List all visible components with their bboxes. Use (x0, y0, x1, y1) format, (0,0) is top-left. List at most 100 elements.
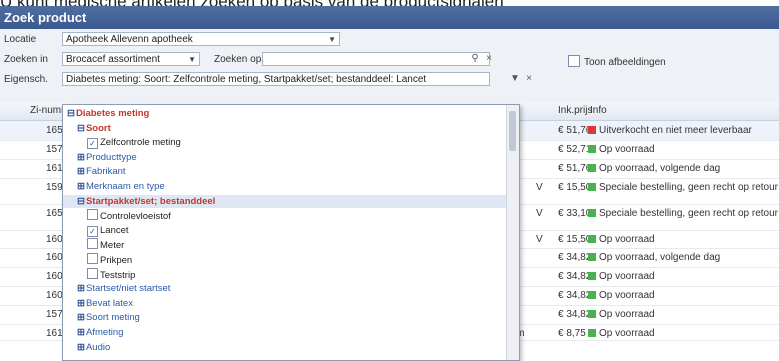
tree-option[interactable]: Prikpen (63, 253, 519, 266)
location-label: Locatie (4, 34, 37, 45)
collapse-icon[interactable]: ⊟ (77, 196, 85, 207)
stock-status-icon (588, 329, 596, 337)
cell-info: Op voorraad (588, 143, 779, 156)
option-checkbox[interactable] (87, 209, 98, 221)
cell-mark: V (536, 234, 543, 245)
cell-mark: V (536, 182, 543, 193)
expand-icon[interactable]: ⊞ (77, 283, 85, 294)
tree-group[interactable]: ⊞Merknaam en type (63, 180, 517, 193)
column-header-info[interactable]: Info (590, 105, 607, 116)
cell-info-text: Op voorraad, volgende dag (599, 163, 721, 174)
chevron-down-icon: ▼ (328, 35, 336, 44)
tree-item-label: Zelfcontrole meting (100, 137, 181, 149)
cell-info: Op voorraad (588, 289, 779, 302)
tree-item-label: Prikpen (100, 255, 133, 266)
tree-group[interactable]: ⊟Soort (63, 122, 517, 135)
tree-item-label: Soort (85, 122, 111, 134)
show-images-checkbox[interactable] (568, 55, 580, 67)
chevron-down-icon[interactable]: ▼ (508, 72, 522, 86)
tree-item-label: Fabrikant (85, 166, 126, 178)
expand-icon[interactable]: ⊞ (77, 152, 85, 163)
tree-option[interactable]: ✓ Zelfcontrole meting (63, 136, 519, 150)
properties-label: Eigensch. (4, 74, 48, 85)
expand-icon[interactable]: ⊞ (77, 342, 85, 353)
tree-group[interactable]: ⊟Startpakket/set; bestanddeel (63, 194, 517, 208)
cell-info: Op voorraad (588, 233, 779, 246)
search-icon[interactable]: ⚲ (468, 52, 482, 66)
cell-info: Op voorraad (588, 327, 779, 340)
column-header-price[interactable]: Ink.prijs (558, 105, 592, 116)
tree-item-label: Soort meting (85, 312, 140, 324)
cell-price: € 15,50 (558, 234, 592, 245)
tree-item-label: Startpakket/set; bestanddeel (85, 195, 216, 207)
cell-info-text: Op voorraad (599, 234, 655, 245)
collapse-icon[interactable]: ⊟ (67, 108, 75, 119)
stock-status-icon (588, 291, 596, 299)
properties-select[interactable]: Diabetes meting: Soort: Zelfcontrole met… (62, 72, 490, 86)
tree-item-label: Lancet (100, 224, 129, 236)
tree-item-label: Afmeting (85, 327, 124, 338)
collapse-icon[interactable]: ⊟ (77, 123, 85, 134)
cell-info: Op voorraad, volgende dag (588, 251, 779, 264)
tree-item-label: Teststrip (100, 269, 136, 281)
cell-info-text: Op voorraad (599, 271, 655, 282)
cell-info: Op voorraad, volgende dag (588, 162, 779, 175)
tree-group[interactable]: ⊟Diabetes meting (63, 107, 507, 120)
tree-option[interactable]: ✓ Lancet (63, 224, 519, 237)
tree-group[interactable]: ⊞Bevat latex (63, 297, 517, 310)
cell-info: Speciale bestelling, geen recht op retou… (588, 181, 779, 194)
show-images-toggle[interactable]: Toon afbeeldingen (568, 55, 666, 68)
expand-icon[interactable]: ⊞ (77, 327, 85, 338)
tree-item-label: Meter (100, 240, 125, 252)
cell-info: Op voorraad (588, 308, 779, 321)
cell-info-text: Speciale bestelling, geen recht op retou… (599, 208, 779, 219)
tree-group[interactable]: ⊞Fabrikant (63, 165, 517, 178)
cell-price: € 33,10 (558, 208, 592, 219)
expand-icon[interactable]: ⊞ (77, 298, 85, 309)
stock-status-icon (588, 164, 596, 172)
expand-icon[interactable]: ⊞ (77, 312, 85, 323)
tree-item-label: Producttype (85, 151, 137, 163)
cell-info-text: Op voorraad (599, 144, 655, 155)
search-in-label: Zoeken in (4, 54, 48, 65)
cell-mark: V (536, 208, 543, 219)
cell-info: Speciale bestelling, geen recht op retou… (588, 207, 779, 220)
search-in-select[interactable]: Brocacef assortiment ▼ (62, 52, 200, 66)
tree-option[interactable]: Teststrip (63, 267, 519, 281)
option-checkbox[interactable] (87, 238, 98, 250)
stock-status-icon (588, 126, 596, 134)
tree-item-label: Merknaam en type (85, 181, 165, 192)
cell-price: € 34,82 (558, 290, 592, 301)
cell-price: € 8,75 (558, 328, 586, 339)
cell-info-text: Uitverkocht en niet meer leverbaar (599, 125, 752, 136)
scrollbar-thumb[interactable] (509, 111, 516, 151)
expand-icon[interactable]: ⊞ (77, 166, 85, 177)
search-on-label: Zoeken op (214, 54, 262, 65)
option-checkbox[interactable] (87, 253, 98, 264)
clear-icon[interactable]: × (482, 52, 496, 66)
properties-value: Diabetes meting: Soort: Zelfcontrole met… (66, 74, 427, 85)
tree-group[interactable]: ⊞Startset/niet startset (63, 282, 517, 295)
tree-item-label: Bevat latex (85, 297, 133, 309)
dropdown-scrollbar[interactable] (506, 105, 519, 360)
stock-status-icon (588, 209, 596, 217)
tree-group[interactable]: ⊞Soort meting (63, 311, 517, 324)
tree-option[interactable]: Controlevloeistof (63, 209, 519, 222)
properties-dropdown[interactable]: ⊟Diabetes meting ⊟Soort ✓ Zelfcontrole meti… (62, 104, 520, 361)
tree-group[interactable]: ⊞Audio (63, 341, 517, 354)
stock-status-icon (588, 272, 596, 280)
cell-info-text: Op voorraad, volgende dag (599, 252, 721, 263)
tree-group[interactable]: ⊞Producttype (63, 151, 517, 164)
cell-price: € 51,76 (558, 163, 592, 174)
tree-group[interactable]: ⊞Afmeting (63, 326, 517, 339)
option-checkbox[interactable]: ✓ (87, 138, 98, 150)
cell-info-text: Op voorraad (599, 328, 655, 339)
location-select[interactable]: Apotheek Allevenn apotheek ▼ (62, 32, 340, 46)
option-checkbox[interactable]: ✓ (87, 225, 98, 237)
tree-option[interactable]: Meter (63, 238, 519, 252)
search-on-input[interactable] (262, 52, 490, 66)
clear-icon[interactable]: × (522, 72, 536, 86)
expand-icon[interactable]: ⊞ (77, 181, 85, 192)
stock-status-icon (588, 253, 596, 261)
option-checkbox[interactable] (87, 267, 98, 279)
